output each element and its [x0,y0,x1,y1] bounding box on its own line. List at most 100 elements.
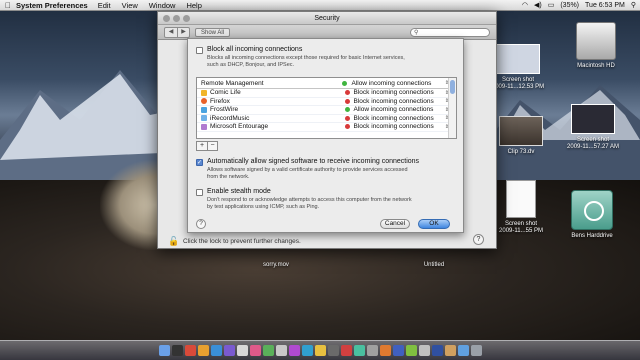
battery-percent[interactable]: (35%) [560,2,579,9]
comic-life-icon [201,89,207,96]
block-status-icon [344,124,350,130]
search-input[interactable] [422,29,488,36]
app-row-irecordmusic[interactable]: iRecordMusic Block incoming connections … [197,114,449,123]
desktop-icon-label: Macintosh HD [577,63,615,69]
app-icon[interactable] [301,345,313,356]
app-row-microsoft-entourage[interactable]: Microsoft Entourage Block incoming conne… [197,123,449,132]
menu-view[interactable]: View [122,1,138,10]
app-status[interactable]: Block incoming connections [354,89,445,96]
remove-app-button[interactable]: − [207,142,217,150]
dock [0,340,640,360]
app-icon[interactable] [418,345,430,356]
desktop-icon-sorry-mov[interactable]: sorry.mov [246,262,306,269]
search-field[interactable]: ⚲ [410,27,490,37]
show-all-button[interactable]: Show All [195,27,231,37]
safari-icon[interactable] [210,345,222,356]
firefox-dock-icon[interactable] [197,345,209,356]
ok-button[interactable]: OK [418,219,450,229]
app-status[interactable]: Block incoming connections [354,115,445,122]
minimize-button[interactable] [173,15,180,22]
app-name: Microsoft Entourage [210,123,269,131]
screenshot-file-icon [571,104,615,134]
apple-menu-icon[interactable]:  [0,1,16,10]
back-icon[interactable]: ◀ [165,28,177,37]
app-name: iRecordMusic [210,114,250,122]
desktop-icon-clip[interactable]: Clip 73.dv [492,116,550,156]
app-status[interactable]: Allow incoming connections [354,106,445,113]
app-icon[interactable] [444,345,456,356]
app-row-comic-life[interactable]: Comic Life Block incoming connections ⇕ [197,89,449,98]
volume-icon[interactable]: ◀) [534,1,542,9]
mail-icon[interactable] [184,345,196,356]
system-preferences-icon[interactable] [327,345,339,356]
wifi-icon[interactable]: ◠ [522,1,528,9]
app-list[interactable]: Remote Management Allow incoming connect… [196,77,457,139]
forward-icon[interactable]: ▶ [177,27,189,37]
app-row-remote-management[interactable]: Remote Management Allow incoming connect… [197,78,449,89]
app-icon[interactable] [314,345,326,356]
stealth-desc-line: by test applications using ICMP, such as… [207,203,320,210]
lock-icon[interactable]: 🔓 [168,236,179,247]
desktop-icon-label: 2009-11...55 PM [499,228,543,234]
app-row-frostwire[interactable]: FrostWire Allow incoming connections ⇕ [197,106,449,115]
block-status-icon [344,98,350,104]
auto-allow-checkbox[interactable]: ✓ [196,159,203,166]
app-icon[interactable] [405,345,417,356]
app-icon[interactable] [340,345,352,356]
add-app-button[interactable]: + [197,142,207,150]
cancel-button[interactable]: Cancel [380,219,410,229]
spotlight-icon[interactable]: ⚲ [631,1,636,9]
app-icon[interactable] [392,345,404,356]
menu-help[interactable]: Help [186,1,201,10]
desktop-icon-label: sorry.mov [263,262,289,268]
desktop-icon-label: Bens Harddrive [571,233,613,239]
app-list-scrollbar[interactable] [448,78,456,138]
desktop-icon-untitled[interactable]: Untitled [404,262,464,269]
photo-app-icon[interactable] [249,345,261,356]
desktop-icon-label: Screen shot [504,221,538,227]
block-all-checkbox[interactable] [196,47,203,54]
imovie-icon[interactable] [288,345,300,356]
downloads-stack-icon[interactable] [457,345,469,356]
desktop-icon-label: Screen shot [501,77,535,83]
desktop-icon-bens-harddrive[interactable]: Bens Harddrive [562,190,622,240]
desktop-icon-macintosh-hd[interactable]: Macintosh HD [566,22,626,70]
lock-area: 🔓 Click the lock to prevent further chan… [168,236,301,247]
battery-icon[interactable]: ▭ [548,1,555,9]
dashboard-icon[interactable] [171,345,183,356]
close-button[interactable] [163,15,170,22]
desktop-icon-screenshot-2[interactable]: Screen shot 2009-11...57.27 AM [560,104,626,151]
sheet-help-button[interactable]: ? [196,219,206,229]
scrollbar-thumb[interactable] [450,80,455,94]
preview-icon[interactable] [275,345,287,356]
app-name: Remote Management [201,79,264,87]
menu-edit[interactable]: Edit [98,1,111,10]
app-status[interactable]: Allow incoming connections [351,80,444,87]
app-icon[interactable] [366,345,378,356]
finder-icon[interactable] [158,345,170,356]
app-icon[interactable] [379,345,391,356]
allow-status-icon [342,80,348,86]
desktop-icon-screenshot-1[interactable]: Screen shot 2009-11...12.53 PM [488,44,548,91]
app-name: Firefox [210,97,230,105]
app-status[interactable]: Block incoming connections [354,123,445,130]
app-icon[interactable] [431,345,443,356]
menu-app-name[interactable]: System Preferences [16,1,88,10]
address-book-icon[interactable] [236,345,248,356]
app-icon[interactable] [353,345,365,356]
trash-icon[interactable] [470,345,482,356]
itunes-icon[interactable] [223,345,235,356]
stealth-description: Don't respond to or acknowledge attempts… [207,197,412,210]
desktop-icon-screenshot-3[interactable]: Screen shot 2009-11...55 PM [490,180,552,235]
messaging-icon[interactable] [262,345,274,356]
desktop-icon-label: Screen shot [576,137,610,143]
menu-window[interactable]: Window [149,1,176,10]
stealth-checkbox[interactable] [196,189,203,196]
zoom-button[interactable] [183,15,190,22]
help-button[interactable]: ? [473,234,484,245]
app-status[interactable]: Block incoming connections [354,98,445,105]
movie-file-icon [499,116,543,146]
menu-clock[interactable]: Tue 6:53 PM [585,2,625,9]
app-row-firefox[interactable]: Firefox Block incoming connections ⇕ [197,97,449,106]
window-titlebar[interactable]: Security [158,12,496,25]
